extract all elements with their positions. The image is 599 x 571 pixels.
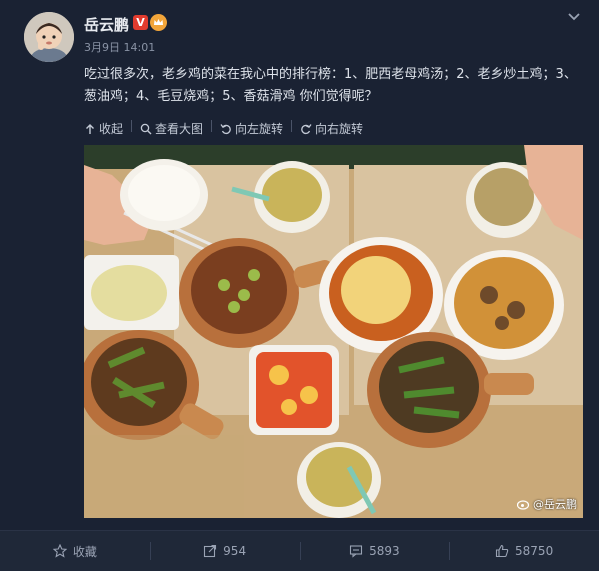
divider <box>291 120 293 132</box>
avatar[interactable] <box>24 12 74 62</box>
like-button[interactable]: 58750 <box>449 531 599 571</box>
like-count: 58750 <box>515 544 554 558</box>
weibo-post-card: 岳云鹏 V 3月9日 14:01 吃过很多次，老乡鸡的菜在我心中的排行榜：1、肥… <box>0 0 599 571</box>
food-photo <box>84 145 583 518</box>
star-icon <box>52 544 67 558</box>
repost-count: 954 <box>223 544 247 558</box>
view-large-label: 查看大图 <box>155 122 204 136</box>
repost-icon <box>204 544 217 558</box>
divider <box>211 120 213 132</box>
rotate-right-label: 向右旋转 <box>315 122 364 136</box>
divider <box>131 120 133 132</box>
username[interactable]: 岳云鹏 <box>84 14 129 35</box>
verified-badge-icon: V <box>133 15 148 30</box>
rotate-left-icon <box>220 123 231 134</box>
member-crown-icon <box>150 14 167 31</box>
collapse-button[interactable]: 收起 <box>84 120 123 137</box>
watermark-text: @岳云鹏 <box>533 498 577 511</box>
rotate-left-label: 向左旋转 <box>235 122 284 136</box>
thumbs-up-icon <box>495 544 509 558</box>
arrow-up-icon <box>86 123 94 134</box>
collapse-label: 收起 <box>99 122 124 136</box>
post-action-bar: 收藏 954 5893 58750 <box>0 530 599 571</box>
rotate-right-button[interactable]: 向右旋转 <box>300 120 363 137</box>
weibo-logo-icon <box>517 500 530 510</box>
repost-button[interactable]: 954 <box>149 531 300 571</box>
post-timestamp[interactable]: 3月9日 14:01 <box>84 39 155 55</box>
comment-count: 5893 <box>369 544 400 558</box>
chevron-down-icon[interactable] <box>566 8 582 24</box>
comment-button[interactable]: 5893 <box>299 531 450 571</box>
post-text: 吃过很多次，老乡鸡的菜在我心中的排行榜：1、肥西老母鸡汤；2、老乡炒土鸡；3、葱… <box>84 67 577 104</box>
image-toolbar: 收起 查看大图 向左旋转 向右旋转 <box>84 120 363 137</box>
favorite-button[interactable]: 收藏 <box>0 531 150 571</box>
comment-icon <box>350 545 363 558</box>
rotate-right-icon <box>301 123 312 134</box>
post-image[interactable]: @岳云鹏 <box>84 145 583 518</box>
image-watermark: @岳云鹏 <box>517 496 577 512</box>
rotate-left-button[interactable]: 向左旋转 <box>220 120 283 137</box>
view-large-button[interactable]: 查看大图 <box>140 120 203 137</box>
magnifier-icon <box>140 123 152 134</box>
favorite-label: 收藏 <box>72 544 97 559</box>
